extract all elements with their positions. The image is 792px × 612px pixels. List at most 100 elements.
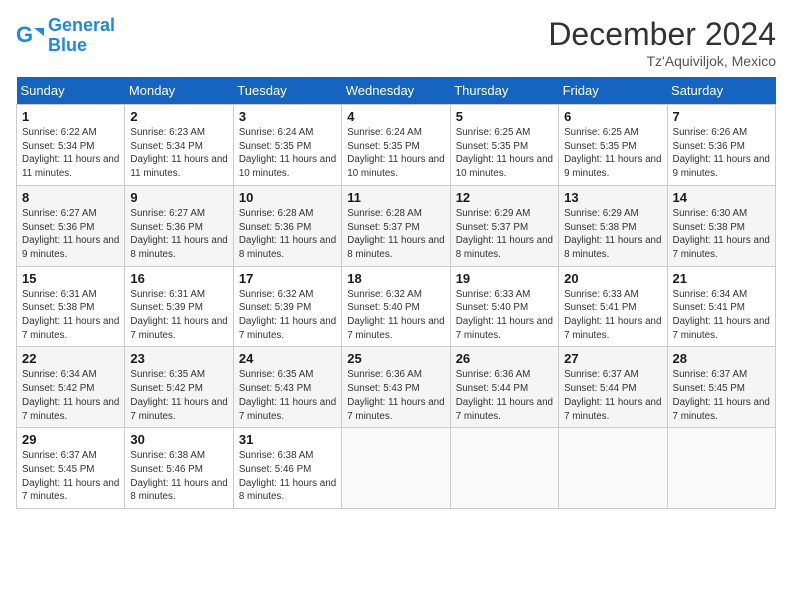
day-number: 28	[673, 351, 770, 366]
cell-info: Sunrise: 6:31 AMSunset: 5:39 PMDaylight:…	[130, 288, 227, 343]
calendar-cell	[450, 428, 558, 509]
calendar-cell: 15 Sunrise: 6:31 AMSunset: 5:38 PMDayligh…	[17, 266, 125, 347]
month-title: December 2024	[548, 16, 776, 53]
day-number: 8	[22, 190, 119, 205]
day-number: 30	[130, 432, 227, 447]
day-number: 2	[130, 109, 227, 124]
calendar-week-row: 22Sunrise: 6:34 AMSunset: 5:42 PMDayligh…	[17, 347, 776, 428]
cell-info: Sunrise: 6:28 AMSunset: 5:37 PMDaylight:…	[347, 207, 444, 262]
day-number: 5	[456, 109, 553, 124]
cell-info: Sunrise: 6:27 AMSunset: 5:36 PMDaylight:…	[130, 207, 227, 262]
calendar-cell: 27 Sunrise: 6:37 AMSunset: 5:44 PMDayligh…	[559, 347, 667, 428]
day-number: 10	[239, 190, 336, 205]
cell-info: Sunrise: 6:37 AMSunset: 5:45 PMDaylight:…	[673, 368, 770, 423]
calendar-week-row: 8 Sunrise: 6:27 AMSunset: 5:36 PMDaylight…	[17, 185, 776, 266]
cell-info: Sunrise: 6:34 AMSunset: 5:41 PMDaylight:…	[673, 288, 770, 343]
day-number: 9	[130, 190, 227, 205]
location: Tz'Aquiviljok, Mexico	[548, 53, 776, 69]
calendar-cell: 16Sunrise: 6:31 AMSunset: 5:39 PMDayligh…	[125, 266, 233, 347]
calendar-cell	[342, 428, 450, 509]
day-number: 4	[347, 109, 444, 124]
calendar-cell: 11 Sunrise: 6:28 AMSunset: 5:37 PMDayligh…	[342, 185, 450, 266]
day-number: 19	[456, 271, 553, 286]
calendar-cell: 31Sunrise: 6:38 AMSunset: 5:46 PMDayligh…	[233, 428, 341, 509]
calendar-cell: 2Sunrise: 6:23 AMSunset: 5:34 PMDaylight…	[125, 105, 233, 186]
cell-info: Sunrise: 6:37 AMSunset: 5:44 PMDaylight:…	[564, 368, 661, 423]
cell-info: Sunrise: 6:37 AMSunset: 5:45 PMDaylight:…	[22, 449, 119, 504]
calendar-cell: 18Sunrise: 6:32 AMSunset: 5:40 PMDayligh…	[342, 266, 450, 347]
calendar-cell: 1 Sunrise: 6:22 AMSunset: 5:34 PMDaylight…	[17, 105, 125, 186]
day-number: 25	[347, 351, 444, 366]
calendar-table: SundayMondayTuesdayWednesdayThursdayFrid…	[16, 77, 776, 509]
calendar-cell: 12 Sunrise: 6:29 AMSunset: 5:37 PMDayligh…	[450, 185, 558, 266]
day-number: 21	[673, 271, 770, 286]
header-day: Sunday	[17, 77, 125, 105]
cell-info: Sunrise: 6:38 AMSunset: 5:46 PMDaylight:…	[239, 449, 336, 504]
day-number: 15	[22, 271, 119, 286]
day-number: 7	[673, 109, 770, 124]
cell-info: Sunrise: 6:30 AMSunset: 5:38 PMDaylight:…	[673, 207, 770, 262]
day-number: 27	[564, 351, 661, 366]
day-number: 11	[347, 190, 444, 205]
cell-info: Sunrise: 6:22 AMSunset: 5:34 PMDaylight:…	[22, 126, 119, 181]
cell-info: Sunrise: 6:28 AMSunset: 5:36 PMDaylight:…	[239, 207, 336, 262]
cell-info: Sunrise: 6:24 AMSunset: 5:35 PMDaylight:…	[239, 126, 336, 181]
header-day: Monday	[125, 77, 233, 105]
calendar-cell: 3Sunrise: 6:24 AMSunset: 5:35 PMDaylight…	[233, 105, 341, 186]
header-day: Thursday	[450, 77, 558, 105]
logo-line2: Blue	[48, 35, 87, 55]
cell-info: Sunrise: 6:36 AMSunset: 5:44 PMDaylight:…	[456, 368, 553, 423]
day-number: 14	[673, 190, 770, 205]
calendar-week-row: 15 Sunrise: 6:31 AMSunset: 5:38 PMDayligh…	[17, 266, 776, 347]
header-row: SundayMondayTuesdayWednesdayThursdayFrid…	[17, 77, 776, 105]
day-number: 24	[239, 351, 336, 366]
calendar-cell: 4 Sunrise: 6:24 AMSunset: 5:35 PMDaylight…	[342, 105, 450, 186]
calendar-cell: 19Sunrise: 6:33 AMSunset: 5:40 PMDayligh…	[450, 266, 558, 347]
svg-text:G: G	[16, 22, 33, 47]
calendar-cell: 9 Sunrise: 6:27 AMSunset: 5:36 PMDaylight…	[125, 185, 233, 266]
cell-info: Sunrise: 6:32 AMSunset: 5:39 PMDaylight:…	[239, 288, 336, 343]
calendar-cell: 23 Sunrise: 6:35 AMSunset: 5:42 PMDayligh…	[125, 347, 233, 428]
cell-info: Sunrise: 6:32 AMSunset: 5:40 PMDaylight:…	[347, 288, 444, 343]
calendar-cell: 28 Sunrise: 6:37 AMSunset: 5:45 PMDayligh…	[667, 347, 775, 428]
day-number: 17	[239, 271, 336, 286]
calendar-cell: 26Sunrise: 6:36 AMSunset: 5:44 PMDayligh…	[450, 347, 558, 428]
cell-info: Sunrise: 6:35 AMSunset: 5:42 PMDaylight:…	[130, 368, 227, 423]
calendar-cell: 17 Sunrise: 6:32 AMSunset: 5:39 PMDayligh…	[233, 266, 341, 347]
calendar-cell: 5 Sunrise: 6:25 AMSunset: 5:35 PMDaylight…	[450, 105, 558, 186]
calendar-cell: 30Sunrise: 6:38 AMSunset: 5:46 PMDayligh…	[125, 428, 233, 509]
day-number: 12	[456, 190, 553, 205]
cell-info: Sunrise: 6:34 AMSunset: 5:42 PMDaylight:…	[22, 368, 119, 423]
calendar-cell: 21 Sunrise: 6:34 AMSunset: 5:41 PMDayligh…	[667, 266, 775, 347]
cell-info: Sunrise: 6:26 AMSunset: 5:36 PMDaylight:…	[673, 126, 770, 181]
calendar-cell: 24 Sunrise: 6:35 AMSunset: 5:43 PMDayligh…	[233, 347, 341, 428]
header-day: Tuesday	[233, 77, 341, 105]
day-number: 6	[564, 109, 661, 124]
logo-text: General Blue	[48, 16, 115, 56]
day-number: 23	[130, 351, 227, 366]
day-number: 29	[22, 432, 119, 447]
calendar-cell: 14 Sunrise: 6:30 AMSunset: 5:38 PMDayligh…	[667, 185, 775, 266]
calendar-header: SundayMondayTuesdayWednesdayThursdayFrid…	[17, 77, 776, 105]
cell-info: Sunrise: 6:36 AMSunset: 5:43 PMDaylight:…	[347, 368, 444, 423]
header-day: Saturday	[667, 77, 775, 105]
day-number: 20	[564, 271, 661, 286]
cell-info: Sunrise: 6:35 AMSunset: 5:43 PMDaylight:…	[239, 368, 336, 423]
calendar-week-row: 29 Sunrise: 6:37 AMSunset: 5:45 PMDayligh…	[17, 428, 776, 509]
calendar-cell: 6Sunrise: 6:25 AMSunset: 5:35 PMDaylight…	[559, 105, 667, 186]
header-day: Friday	[559, 77, 667, 105]
title-section: December 2024 Tz'Aquiviljok, Mexico	[548, 16, 776, 69]
logo-icon: G	[16, 22, 44, 50]
calendar-cell	[559, 428, 667, 509]
day-number: 1	[22, 109, 119, 124]
cell-info: Sunrise: 6:24 AMSunset: 5:35 PMDaylight:…	[347, 126, 444, 181]
cell-info: Sunrise: 6:31 AMSunset: 5:38 PMDaylight:…	[22, 288, 119, 343]
cell-info: Sunrise: 6:25 AMSunset: 5:35 PMDaylight:…	[456, 126, 553, 181]
page-header: G General Blue December 2024 Tz'Aquivilj…	[16, 16, 776, 69]
calendar-cell: 29 Sunrise: 6:37 AMSunset: 5:45 PMDayligh…	[17, 428, 125, 509]
day-number: 13	[564, 190, 661, 205]
cell-info: Sunrise: 6:29 AMSunset: 5:37 PMDaylight:…	[456, 207, 553, 262]
calendar-cell	[667, 428, 775, 509]
calendar-cell: 7 Sunrise: 6:26 AMSunset: 5:36 PMDaylight…	[667, 105, 775, 186]
calendar-cell: 25 Sunrise: 6:36 AMSunset: 5:43 PMDayligh…	[342, 347, 450, 428]
